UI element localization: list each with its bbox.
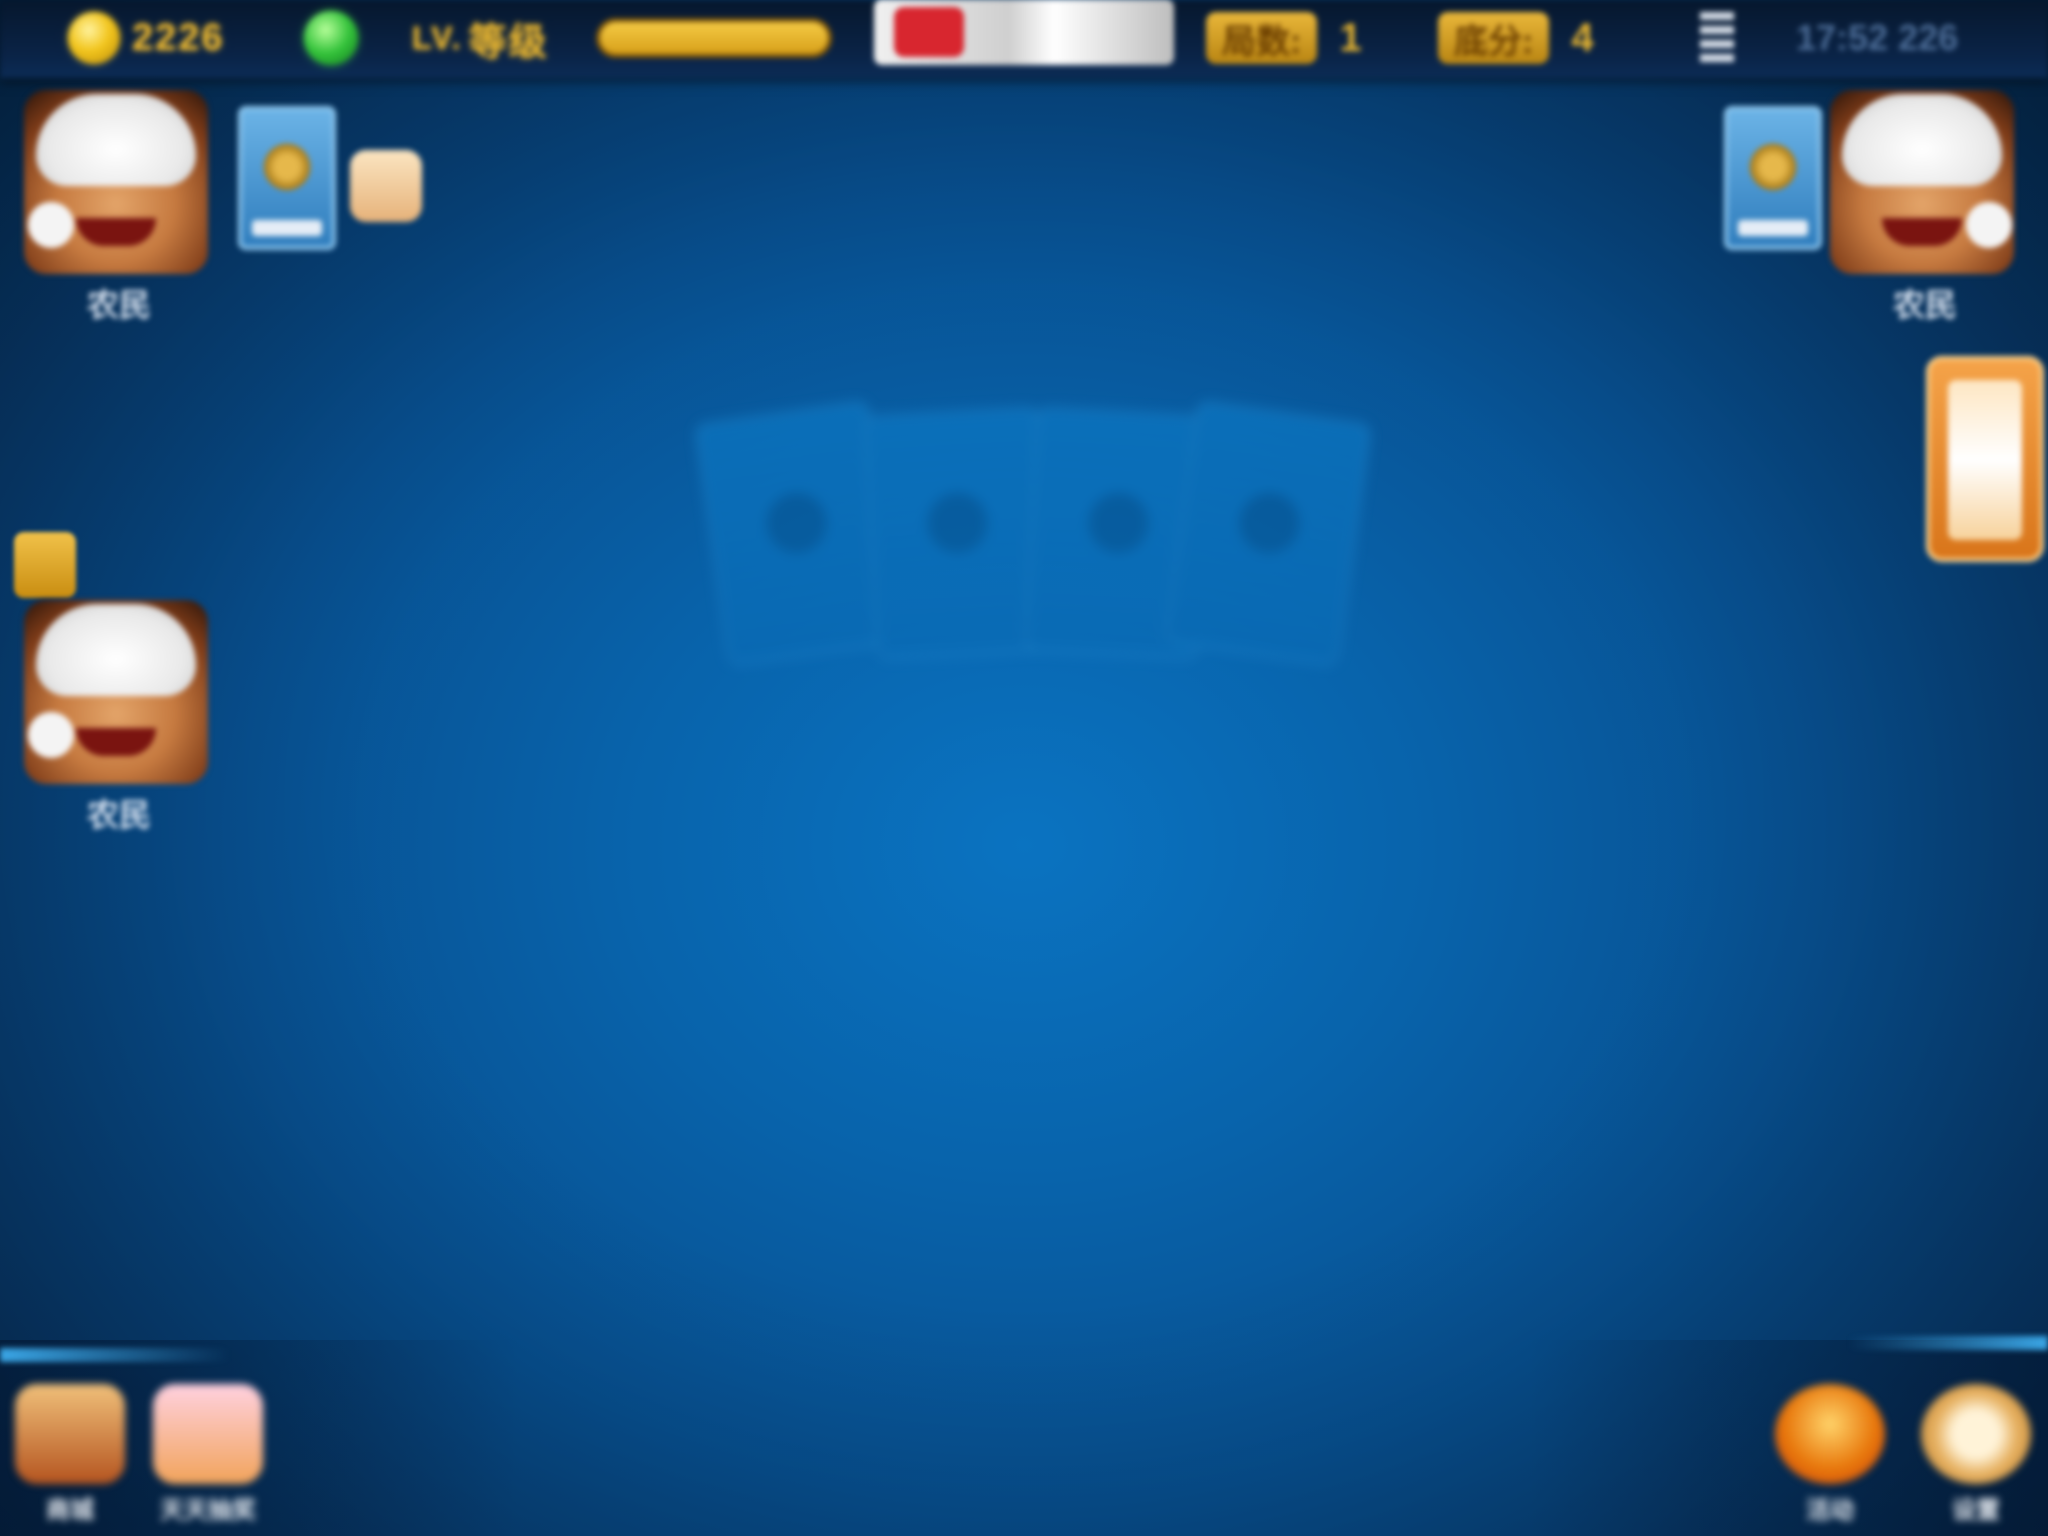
hand-shape — [1966, 202, 2012, 248]
watermark-card — [1163, 398, 1373, 668]
settings-button[interactable]: 设置 — [1916, 1384, 2036, 1524]
shop-icon — [15, 1384, 125, 1484]
mouth-shape — [76, 218, 156, 246]
coin-amount: 2226 — [132, 16, 225, 59]
gift-icon — [153, 1384, 263, 1484]
promo-banner[interactable] — [874, 0, 1174, 65]
player-name: 农民 — [86, 287, 151, 323]
level-progress — [596, 10, 832, 66]
game-table: 2226 LV. 等级 局数: 1 底分: 4 17:52 226 农民 农民 … — [0, 0, 2048, 1536]
gem-icon — [304, 11, 358, 65]
lantern-icon — [1775, 1384, 1885, 1484]
level-text: LV. — [412, 19, 463, 56]
round-counter: 局数: 1 — [1206, 10, 1362, 66]
level-title: 等级 — [468, 21, 549, 64]
base-score: 底分: 4 — [1438, 10, 1594, 66]
level-progress-bar — [596, 18, 832, 58]
menu-icon — [1700, 12, 1734, 64]
player-name: 农民 — [1892, 287, 1957, 323]
emote-icon[interactable] — [350, 150, 422, 222]
score-value: 4 — [1571, 15, 1594, 60]
card-count-bar — [1738, 220, 1808, 236]
hand-shape — [28, 712, 74, 758]
club-icon — [1086, 491, 1151, 555]
shop-button[interactable]: 商城 — [10, 1384, 130, 1524]
player-avatar[interactable] — [24, 600, 208, 784]
round-label: 局数: — [1206, 12, 1318, 64]
spade-icon — [762, 489, 831, 557]
coin-counter[interactable]: 2226 — [68, 10, 225, 66]
player-avatar[interactable] — [24, 90, 208, 274]
table-watermark — [690, 390, 1373, 730]
heart-icon — [925, 491, 990, 555]
hand-shape — [28, 202, 74, 248]
promo-banner-image — [874, 0, 1174, 65]
lottery-button[interactable]: 天天抽奖 — [148, 1384, 268, 1524]
status-clock: 17:52 226 — [1796, 10, 1958, 66]
event-label: 活动 — [1806, 1497, 1854, 1524]
menu-button[interactable] — [1700, 10, 1734, 66]
player-avatar[interactable] — [1830, 90, 2014, 274]
watermark-card — [863, 405, 1053, 661]
card-count-top-right — [1724, 106, 1822, 250]
landlord-badge-icon — [14, 532, 76, 598]
shop-label: 商城 — [46, 1497, 94, 1524]
player-middle-left[interactable]: 农民 — [24, 600, 214, 836]
lottery-label: 天天抽奖 — [160, 1497, 256, 1524]
score-label: 底分: — [1438, 12, 1550, 64]
coin-icon — [68, 12, 120, 64]
mouth-shape — [1882, 218, 1962, 246]
bottom-left-accent — [0, 1348, 230, 1362]
clock-icon — [1921, 1384, 2031, 1484]
card-count-top-left — [238, 106, 336, 250]
player-top-right[interactable]: 农民 — [1830, 90, 2020, 326]
card-emblem-icon — [1746, 140, 1800, 194]
diamond-icon — [1235, 489, 1304, 557]
task-scroll-icon — [1948, 380, 2022, 540]
heart-icon — [894, 7, 964, 57]
round-value: 1 — [1339, 15, 1362, 60]
event-button[interactable]: 活动 — [1770, 1384, 1890, 1524]
hat-shape — [1842, 94, 2002, 186]
player-name: 农民 — [86, 797, 151, 833]
clock-text: 17:52 226 — [1796, 17, 1959, 58]
top-bar: 2226 LV. 等级 局数: 1 底分: 4 17:52 226 — [0, 0, 2048, 78]
hat-shape — [36, 94, 196, 186]
player-top-left[interactable]: 农民 — [24, 90, 214, 326]
bottom-right-accent — [1848, 1336, 2048, 1350]
mouth-shape — [76, 728, 156, 756]
card-emblem-icon — [260, 140, 314, 194]
settings-label: 设置 — [1952, 1497, 2000, 1524]
hat-shape — [36, 604, 196, 696]
gem-button[interactable] — [304, 10, 358, 66]
card-count-bar — [252, 220, 322, 236]
task-side-button[interactable] — [1926, 356, 2044, 562]
level-label: LV. 等级 — [412, 10, 548, 66]
